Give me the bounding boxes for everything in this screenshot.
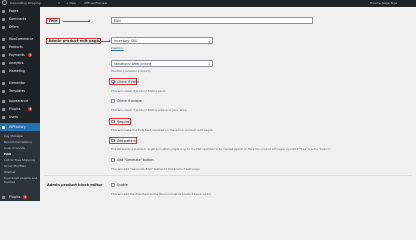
card-icon (2, 53, 5, 57)
site-name-link[interactable]: Calculating shipping (10, 0, 41, 7)
sidebar-item-woocommerce[interactable]: WooCommerce (0, 35, 40, 43)
highlight-arrow (63, 19, 91, 22)
sidebar-item-offers[interactable]: Offers (0, 23, 40, 31)
highlight-arrow (97, 39, 111, 42)
plug-icon (2, 195, 5, 199)
submenu-cost-of-goods[interactable]: Cost of Goods (4, 146, 25, 151)
submenu-left-to-free-shipping[interactable]: Left to Free Shipping (4, 158, 35, 163)
sidebar-item-comments[interactable]: Comments (0, 15, 40, 23)
check-valid-desc: This will check if product EAN is valid. (111, 89, 166, 93)
sidebar-item-wpfactory[interactable]: WPFactory (0, 123, 40, 131)
sidebar-item-plugins[interactable]: Plugins 3 (0, 105, 40, 113)
add-pattern-checkbox[interactable] (111, 138, 115, 143)
enable-checkbox[interactable] (111, 183, 115, 187)
sidebar-item-label: Products (9, 45, 23, 49)
sidebar-item-appearance[interactable]: Appearance (0, 97, 40, 105)
woo-icon (2, 37, 5, 41)
enable-desc: This will add the EAN field to the WooCo… (111, 192, 212, 196)
new-content-link[interactable]: + New (66, 0, 76, 7)
sidebar-item-users[interactable]: Users (0, 113, 40, 121)
check-valid-checkbox[interactable] (111, 79, 115, 84)
sidebar-item-label: WPFactory (9, 125, 26, 129)
tag-icon (2, 25, 5, 29)
sidebar-item-label: Templates (9, 89, 26, 93)
title-input[interactable]: EAN (111, 17, 313, 24)
comments-count[interactable]: 0 (58, 0, 60, 7)
generate-button-desc: This will add "Generate EAN" button to t… (111, 167, 201, 171)
chevron-down-icon: ▾ (208, 63, 210, 67)
add-pattern-label: Add pattern (117, 138, 136, 143)
submenu-recommendations[interactable]: Recommendations (4, 140, 32, 145)
folder-icon (2, 89, 5, 93)
admin-product-block-editor-label: Admin product block editor (47, 183, 103, 187)
box-icon (2, 45, 5, 49)
sidebar-item-label: Appearance (9, 99, 29, 103)
megaphone-icon (2, 69, 5, 73)
require-label: Require (117, 119, 130, 124)
position-select[interactable]: Inventory: SKU ▾ (111, 37, 213, 44)
sidebar-item-elementor[interactable]: Elementor (0, 79, 40, 87)
position-link[interactable]: Position. (111, 46, 124, 50)
sidebar-item-label: Plugins (9, 107, 21, 111)
sidebar-item-analytics[interactable]: Analytics (0, 59, 40, 67)
plug-icon (2, 107, 5, 111)
check-unique-desc: This will check if product EAN is unique… (111, 108, 188, 112)
sidebar-item-label: Elementor (9, 81, 26, 85)
user-icon (2, 115, 5, 119)
submenu-key-manager[interactable]: Key Manager (4, 134, 24, 139)
check-unique-checkbox[interactable] (111, 99, 115, 103)
section-divider (44, 175, 412, 176)
plugins-update-badge: 3 (23, 194, 28, 199)
chevron-down-icon: ▾ (208, 40, 210, 44)
sidebar-item-label: Payments (9, 53, 25, 57)
sidebar-item-plugins-bottom[interactable]: Plugins 3 (0, 193, 40, 201)
submenu-download-plugins[interactable]: Download plugins and themes (4, 176, 38, 184)
official-preview-link[interactable]: Official Preview (84, 0, 107, 7)
enable-label: Enable (117, 183, 128, 187)
sidebar-item-label: Marketing (9, 69, 25, 73)
sidebar-item-products[interactable]: Products (0, 43, 40, 51)
sidebar-item-label: Users (9, 115, 18, 119)
sidebar-item-payments[interactable]: Payments 1 (0, 51, 40, 59)
sidebar-item-marketing[interactable]: Marketing (0, 67, 40, 75)
submenu-order-min-max[interactable]: Order Min/Max (4, 164, 26, 169)
elementor-icon (2, 81, 5, 85)
wpfactory-submenu: Key Manager Recommendations Cost of Good… (0, 131, 40, 201)
title-label: Title (46, 18, 61, 24)
factory-icon (2, 125, 5, 129)
generate-button-label: Add "Generate" button (117, 158, 154, 162)
wordpress-logo-icon[interactable] (2, 0, 7, 5)
comment-icon (2, 17, 5, 21)
generate-button-checkbox[interactable] (111, 158, 115, 162)
howdy-user-link[interactable]: Howdy, Sage Slye (370, 0, 397, 7)
sidebar-item-label: WooCommerce (9, 37, 34, 41)
chart-icon (2, 61, 5, 65)
admin-product-edit-page-label: Admin product edit page (46, 38, 102, 44)
variation-position-desc: Position (variation product). (111, 69, 152, 73)
sidebar-item-pages[interactable]: Pages (0, 7, 40, 15)
admin-sidebar: Pages Comments Offers WooCommerce Products Pa… (0, 7, 40, 201)
brush-icon (2, 99, 5, 103)
variation-position-select[interactable]: Variations: After pricing ▾ (111, 60, 213, 67)
sidebar-item-label: Analytics (9, 61, 24, 65)
admin-bar: Calculating shipping 0 + New Official Pr… (0, 0, 416, 7)
settings-content: Title EAN Admin product edit page Invent… (40, 7, 416, 201)
count-badge: 1 (28, 52, 33, 57)
page-icon (2, 9, 5, 13)
add-pattern-desc: This will specify a maximum length and p… (111, 147, 332, 151)
require-checkbox[interactable] (111, 119, 115, 124)
check-valid-label: Check if valid (117, 79, 139, 84)
require-desc: This will make the EAN field required on… (111, 128, 214, 132)
count-badge: 3 (28, 106, 33, 111)
sidebar-item-label: Pages (9, 9, 19, 13)
sidebar-item-templates[interactable]: Templates (0, 87, 40, 95)
submenu-ean[interactable]: EAN (4, 152, 11, 157)
check-unique-label: Check if unique (117, 99, 142, 103)
sidebar-item-label: Comments (9, 17, 27, 21)
submenu-wishlist[interactable]: Wishlist (4, 170, 16, 175)
sidebar-item-label: Offers (9, 25, 19, 29)
